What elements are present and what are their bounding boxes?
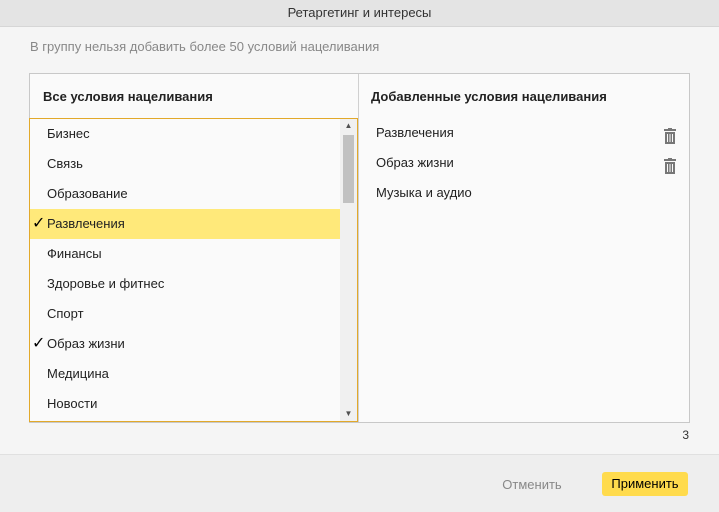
list-item[interactable]: Спорт bbox=[30, 299, 341, 329]
trash-icon[interactable] bbox=[664, 155, 676, 174]
list-item[interactable]: Новости bbox=[30, 389, 341, 419]
list-scrollbar[interactable]: ▲ ▼ bbox=[340, 119, 357, 421]
list-item-label: Образ жизни bbox=[47, 336, 125, 351]
all-conditions-header: Все условия нацеливания bbox=[43, 89, 213, 104]
added-item: Развлечения bbox=[376, 118, 676, 148]
list-item-label: Здоровье и фитнес bbox=[47, 276, 165, 291]
added-item: Образ жизни bbox=[376, 148, 676, 178]
list-item-label: Бизнес bbox=[47, 126, 90, 141]
list-item-label: Новости bbox=[47, 396, 98, 411]
added-item-label: Развлечения bbox=[376, 125, 454, 140]
list-item[interactable]: Образование bbox=[30, 179, 341, 209]
list-item[interactable]: Связь bbox=[30, 149, 341, 179]
scroll-up-arrow-icon[interactable]: ▲ bbox=[340, 119, 357, 133]
list-item-label: Образование bbox=[47, 186, 128, 201]
checkmark-icon: ✓ bbox=[32, 335, 46, 352]
conditions-count: 3 bbox=[682, 428, 689, 442]
cancel-button[interactable]: Отменить bbox=[494, 473, 570, 497]
list-item-label: Спорт bbox=[47, 306, 84, 321]
list-item[interactable]: Бизнес bbox=[30, 119, 341, 149]
all-conditions-list[interactable]: Бизнес Связь Образование ✓ Развлечения Ф… bbox=[29, 118, 358, 422]
added-conditions-header: Добавленные условия нацеливания bbox=[371, 89, 607, 104]
conditions-panel: Все условия нацеливания Добавленные усло… bbox=[29, 73, 690, 423]
list-item-label: Медицина bbox=[47, 366, 109, 381]
list-item-label: Развлечения bbox=[47, 216, 125, 231]
limit-notice: В группу нельзя добавить более 50 услови… bbox=[30, 39, 380, 54]
list-item-selected[interactable]: ✓ Развлечения bbox=[30, 209, 341, 239]
dialog-title: Ретаргетинг и интересы bbox=[0, 0, 719, 27]
scroll-thumb[interactable] bbox=[343, 135, 354, 203]
list-item[interactable]: Здоровье и фитнес bbox=[30, 269, 341, 299]
column-divider bbox=[358, 74, 359, 422]
list-item[interactable]: Медицина bbox=[30, 359, 341, 389]
apply-button[interactable]: Применить bbox=[602, 472, 688, 496]
trash-icon[interactable] bbox=[664, 125, 676, 144]
checkmark-icon: ✓ bbox=[32, 215, 46, 232]
scroll-down-arrow-icon[interactable]: ▼ bbox=[340, 407, 357, 421]
list-item-label: Финансы bbox=[47, 246, 102, 261]
added-item-label: Образ жизни bbox=[376, 155, 454, 170]
list-item-label: Связь bbox=[47, 156, 83, 171]
list-item[interactable]: ✓ Образ жизни bbox=[30, 329, 341, 359]
dialog-footer: Отменить Применить bbox=[0, 454, 719, 512]
added-item-label: Музыка и аудио bbox=[376, 185, 472, 200]
added-item: Музыка и аудио bbox=[376, 178, 676, 208]
list-item[interactable]: Финансы bbox=[30, 239, 341, 269]
